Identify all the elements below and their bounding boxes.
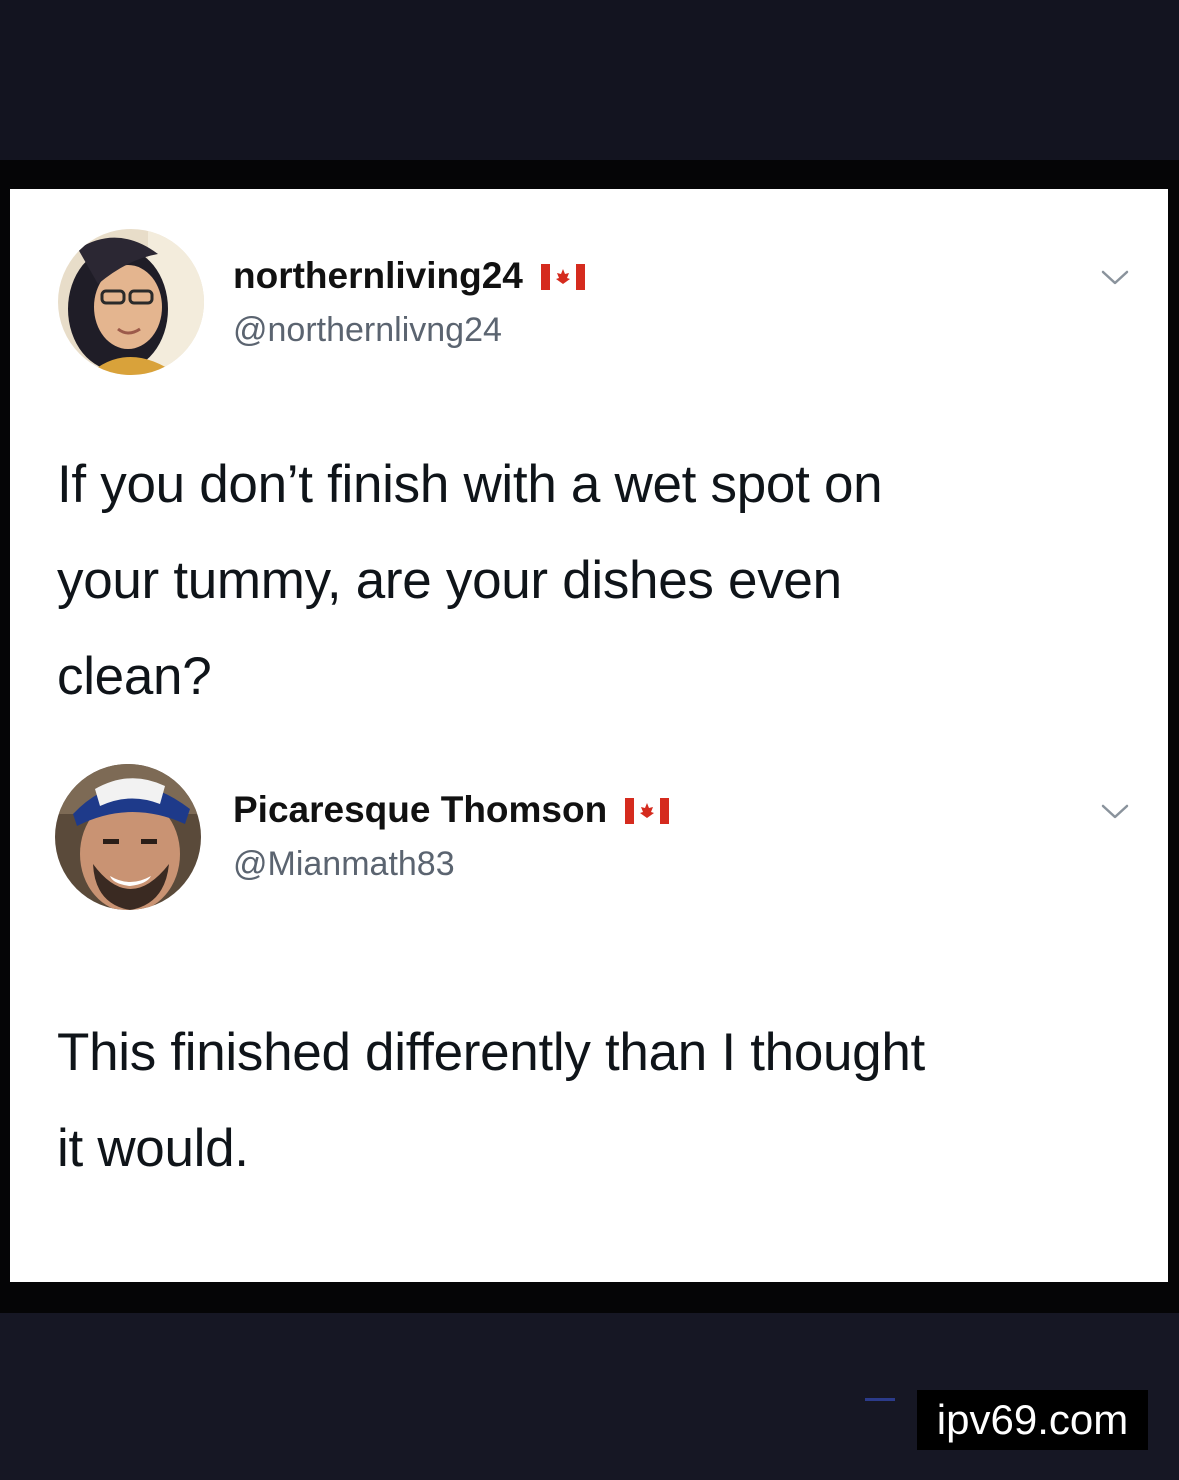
- tweet-2-display-name[interactable]: Picaresque Thomson: [233, 789, 679, 831]
- chevron-down-icon[interactable]: [1100, 269, 1130, 287]
- tweet-card: northernliving24 @northernlivng24 If you…: [10, 189, 1168, 1282]
- divider: [865, 1398, 895, 1401]
- canada-flag-icon: [625, 798, 670, 824]
- tweet-2-handle[interactable]: @Mianmath83: [233, 845, 455, 884]
- tweet-2-line-1: This finished differently than I thought: [57, 1023, 925, 1082]
- tweet-1-line-1: If you don’t finish with a wet spot on: [57, 455, 883, 514]
- top-background: [0, 0, 1179, 160]
- tweet-1-text: If you don’t finish with a wet spot on y…: [57, 437, 883, 725]
- tweet-1-line-3: clean?: [57, 647, 212, 706]
- woman-avatar-icon[interactable]: [58, 229, 204, 375]
- man-with-cap-avatar-icon[interactable]: [55, 764, 201, 910]
- tweet-1-display-name-text: northernliving24: [233, 255, 523, 296]
- tweet-2-display-name-text: Picaresque Thomson: [233, 789, 608, 830]
- canada-flag-icon: [540, 264, 585, 290]
- tweet-2-line-2: it would.: [57, 1119, 249, 1178]
- tweet-2-text: This finished differently than I thought…: [57, 1005, 925, 1197]
- watermark: ipv69.com: [917, 1390, 1148, 1450]
- tweet-1-line-2: your tummy, are your dishes even: [57, 551, 842, 610]
- tweet-1-handle[interactable]: @northernlivng24: [233, 311, 502, 350]
- tweet-1-display-name[interactable]: northernliving24: [233, 255, 595, 297]
- chevron-down-icon[interactable]: [1100, 803, 1130, 821]
